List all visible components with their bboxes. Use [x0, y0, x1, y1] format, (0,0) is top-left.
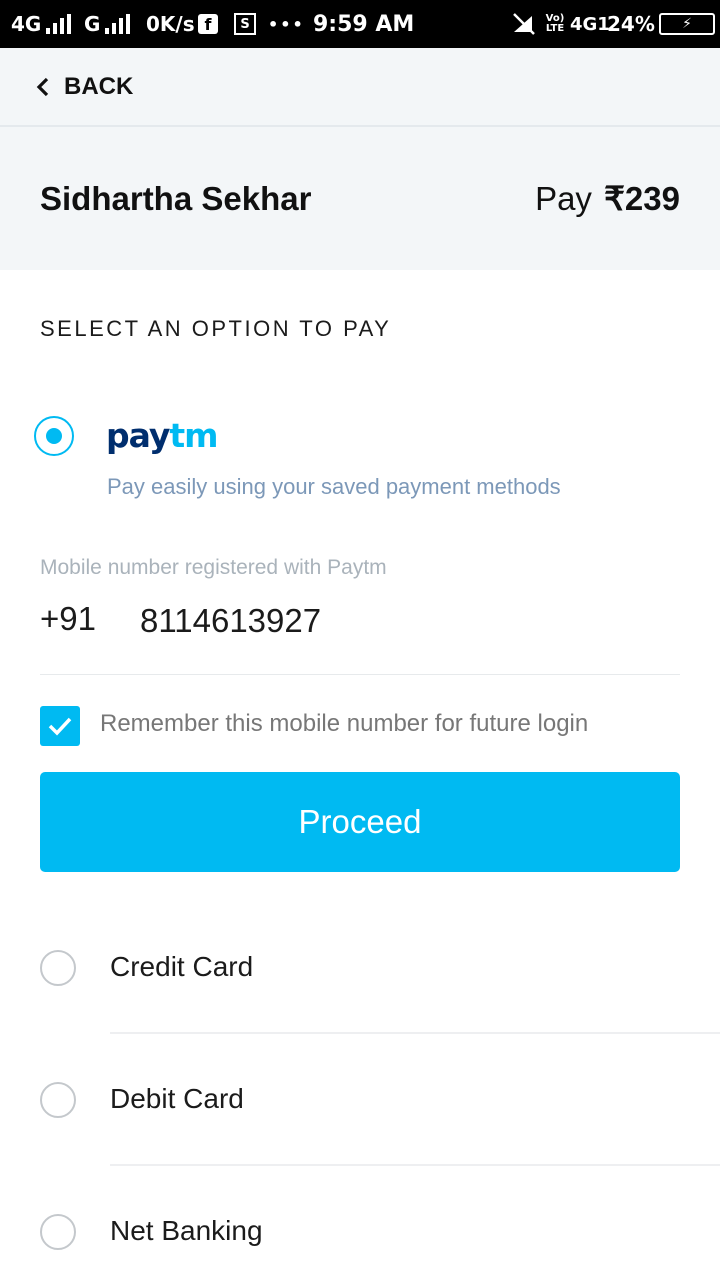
network-signal-2: G	[84, 0, 131, 48]
country-code: +91	[40, 600, 96, 637]
network-type-1: 4G	[11, 12, 42, 36]
credit-card-radio[interactable]	[40, 950, 76, 986]
volte-icon: Vo) LTE	[545, 13, 565, 34]
network-signal-1: 4G	[11, 0, 72, 48]
proceed-button[interactable]: Proceed	[40, 772, 680, 872]
top-bar: BACK	[0, 48, 720, 127]
battery-icon: ⚡	[659, 13, 715, 35]
battery-percent: 24%	[607, 12, 655, 36]
facebook-icon: f	[198, 14, 218, 34]
chevron-left-icon	[36, 77, 49, 96]
screenshot-icon: S	[234, 13, 256, 35]
section-title: SELECT AN OPTION TO PAY	[40, 316, 392, 341]
paytm-logo-part-1: pay	[106, 416, 170, 455]
back-button[interactable]: BACK	[36, 48, 133, 125]
mobile-number-input[interactable]	[140, 602, 660, 640]
credit-card-label: Credit Card	[110, 951, 254, 982]
amount-value: ₹239	[603, 180, 680, 217]
paytm-subtitle: Pay easily using your saved payment meth…	[107, 474, 561, 499]
merchant-header: Sidhartha Sekhar Pay ₹239	[0, 127, 720, 270]
screenshot-icon-wrap: S	[234, 0, 256, 48]
network-speed: 0K/s	[146, 12, 195, 36]
remember-checkbox[interactable]	[40, 706, 80, 746]
paytm-radio[interactable]	[34, 416, 74, 456]
battery-icon-wrap: ⚡	[659, 0, 715, 48]
back-label: BACK	[64, 72, 134, 100]
divider	[110, 1032, 720, 1034]
more-icon: •••	[268, 14, 305, 34]
signal-icon-2	[105, 14, 131, 34]
network-type-2: G	[84, 12, 101, 36]
pay-label: Pay	[535, 179, 592, 217]
divider	[110, 1164, 720, 1166]
clock: 9:59 AM	[313, 11, 415, 37]
pay-amount: Pay ₹239	[535, 127, 680, 270]
facebook-icon-wrap: f	[198, 0, 218, 48]
network-type-3: 4G1	[570, 13, 610, 35]
merchant-name: Sidhartha Sekhar	[40, 180, 312, 217]
checkmark-icon	[48, 717, 72, 736]
mobile-field-underline	[40, 674, 680, 675]
paytm-logo: paytm	[106, 416, 219, 455]
status-bar: 4G G 0K/s f S ••• 9:59 AM Vo) LTE 4G1 24…	[0, 0, 720, 48]
net-banking-radio[interactable]	[40, 1214, 76, 1250]
paytm-logo-part-2: tm	[169, 416, 218, 455]
mobile-label: Mobile number registered with Paytm	[40, 556, 387, 579]
debit-card-radio[interactable]	[40, 1082, 76, 1118]
remember-label: Remember this mobile number for future l…	[100, 710, 589, 737]
signal-icon	[46, 14, 72, 34]
mute-icon	[512, 0, 536, 48]
net-banking-label: Net Banking	[110, 1215, 263, 1246]
debit-card-label: Debit Card	[110, 1083, 244, 1114]
